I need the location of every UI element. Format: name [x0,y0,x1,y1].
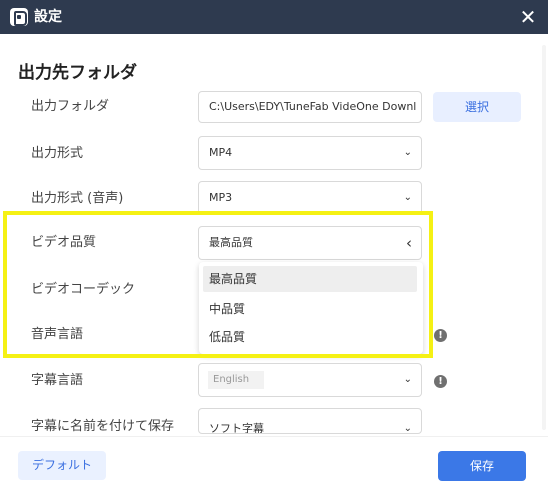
chevron-down-icon: ⌄ [403,423,412,434]
output-format-value: MP4 [209,146,233,159]
output-format-audio-select[interactable]: MP3 ⌄ [198,181,422,215]
highlight-box [3,211,433,358]
output-format-label: 出力形式 [31,146,84,161]
chevron-down-icon: ⌄ [403,374,412,385]
subtitle-language-value: English [208,371,264,389]
info-icon[interactable]: ! [434,375,447,388]
save-subtitle-label: 字幕に名前を付けて保存 [31,419,175,432]
scrollbar[interactable] [542,45,546,430]
close-icon[interactable]: ✕ [516,5,540,29]
output-format-audio-value: MP3 [209,191,233,204]
output-format-select[interactable]: MP4 ⌄ [198,136,422,170]
default-button[interactable]: デフォルト [18,451,106,480]
save-button[interactable]: 保存 [438,451,526,481]
chevron-down-icon: ⌄ [403,147,412,158]
save-subtitle-value: ソフト字幕 [209,422,264,434]
select-folder-button[interactable]: 選択 [433,92,521,122]
title-bar: 設定 ✕ [0,0,548,34]
section-heading: 出力先フォルダ [18,63,137,83]
output-format-audio-label: 出力形式 (音声) [31,191,124,206]
window-title: 設定 [34,9,62,25]
save-subtitle-select[interactable]: ソフト字幕 ⌄ [198,408,422,434]
info-icon[interactable]: ! [434,329,447,342]
subtitle-language-label: 字幕言語 [31,373,84,388]
chevron-down-icon: ⌄ [403,192,412,203]
output-folder-label: 出力フォルダ [31,99,110,114]
app-logo-icon [10,8,28,26]
output-folder-input[interactable]: C:\Users\EDY\TuneFab VideOne Downl [198,91,422,123]
